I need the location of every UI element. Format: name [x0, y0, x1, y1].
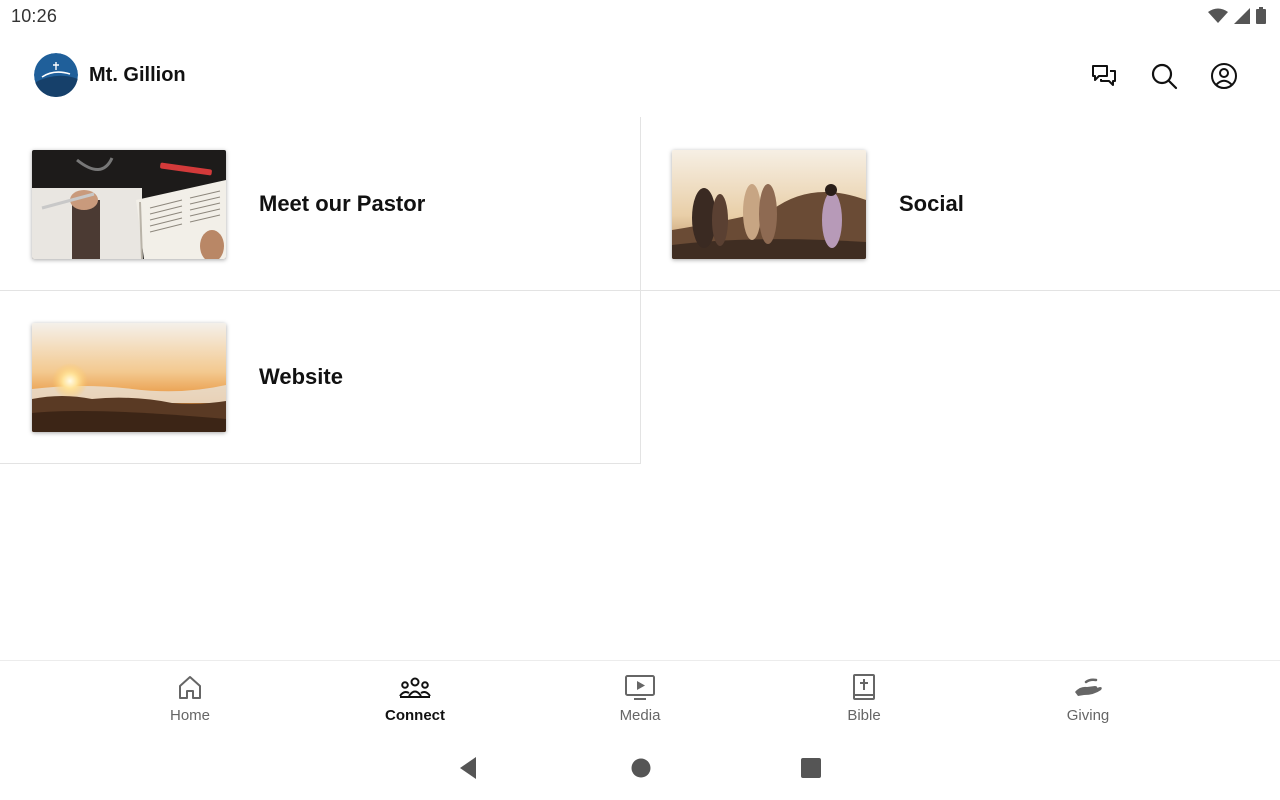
divider [640, 117, 641, 464]
card-meet-our-pastor[interactable]: Meet our Pastor [32, 118, 632, 290]
nav-home[interactable]: Home [120, 673, 260, 724]
nav-giving[interactable]: Giving [1018, 673, 1158, 724]
app-bar-actions [1088, 60, 1240, 92]
website-thumbnail [32, 322, 226, 432]
nav-media[interactable]: Media [570, 673, 710, 724]
pastor-thumbnail [32, 149, 226, 259]
social-thumbnail [672, 149, 866, 259]
bottom-navigation: Home Connect Media Bible Giving [0, 660, 1280, 737]
card-label: Website [259, 364, 343, 389]
status-bar: 10:26 [0, 0, 1280, 34]
giving-icon [1075, 678, 1102, 696]
search-icon [1151, 63, 1178, 90]
card-website[interactable]: Website [32, 291, 632, 463]
card-label: Social [899, 191, 964, 216]
account-icon [1211, 63, 1237, 89]
wifi-icon [1208, 8, 1228, 23]
battery-icon [1256, 7, 1266, 24]
back-icon[interactable] [458, 756, 478, 780]
account-button[interactable] [1208, 60, 1240, 92]
church-logo [34, 53, 78, 97]
card-social[interactable]: Social [672, 118, 1272, 290]
chat-button[interactable] [1088, 60, 1120, 92]
home-circle-icon[interactable] [630, 756, 652, 780]
nav-label: Bible [847, 707, 881, 724]
bible-icon [853, 674, 875, 700]
nav-label: Media [619, 707, 661, 724]
card-label: Meet our Pastor [259, 191, 426, 216]
people-icon [399, 677, 431, 698]
nav-bible[interactable]: Bible [794, 673, 934, 724]
nav-label: Giving [1066, 707, 1110, 724]
status-time: 10:26 [11, 6, 58, 26]
app-title: Mt. Gillion [89, 64, 186, 86]
chat-icon [1092, 65, 1116, 86]
nav-label: Connect [385, 707, 445, 724]
divider [0, 463, 641, 464]
media-icon [625, 675, 655, 700]
system-navigation-bar [0, 740, 1280, 800]
app-bar: Mt. Gillion [0, 40, 1280, 112]
system-icons [1208, 7, 1266, 24]
nav-connect[interactable]: Connect [345, 673, 485, 724]
nav-label: Home [169, 707, 210, 724]
recents-icon[interactable] [800, 756, 822, 780]
home-icon [179, 676, 201, 699]
signal-icon [1234, 7, 1250, 24]
search-button[interactable] [1148, 60, 1180, 92]
